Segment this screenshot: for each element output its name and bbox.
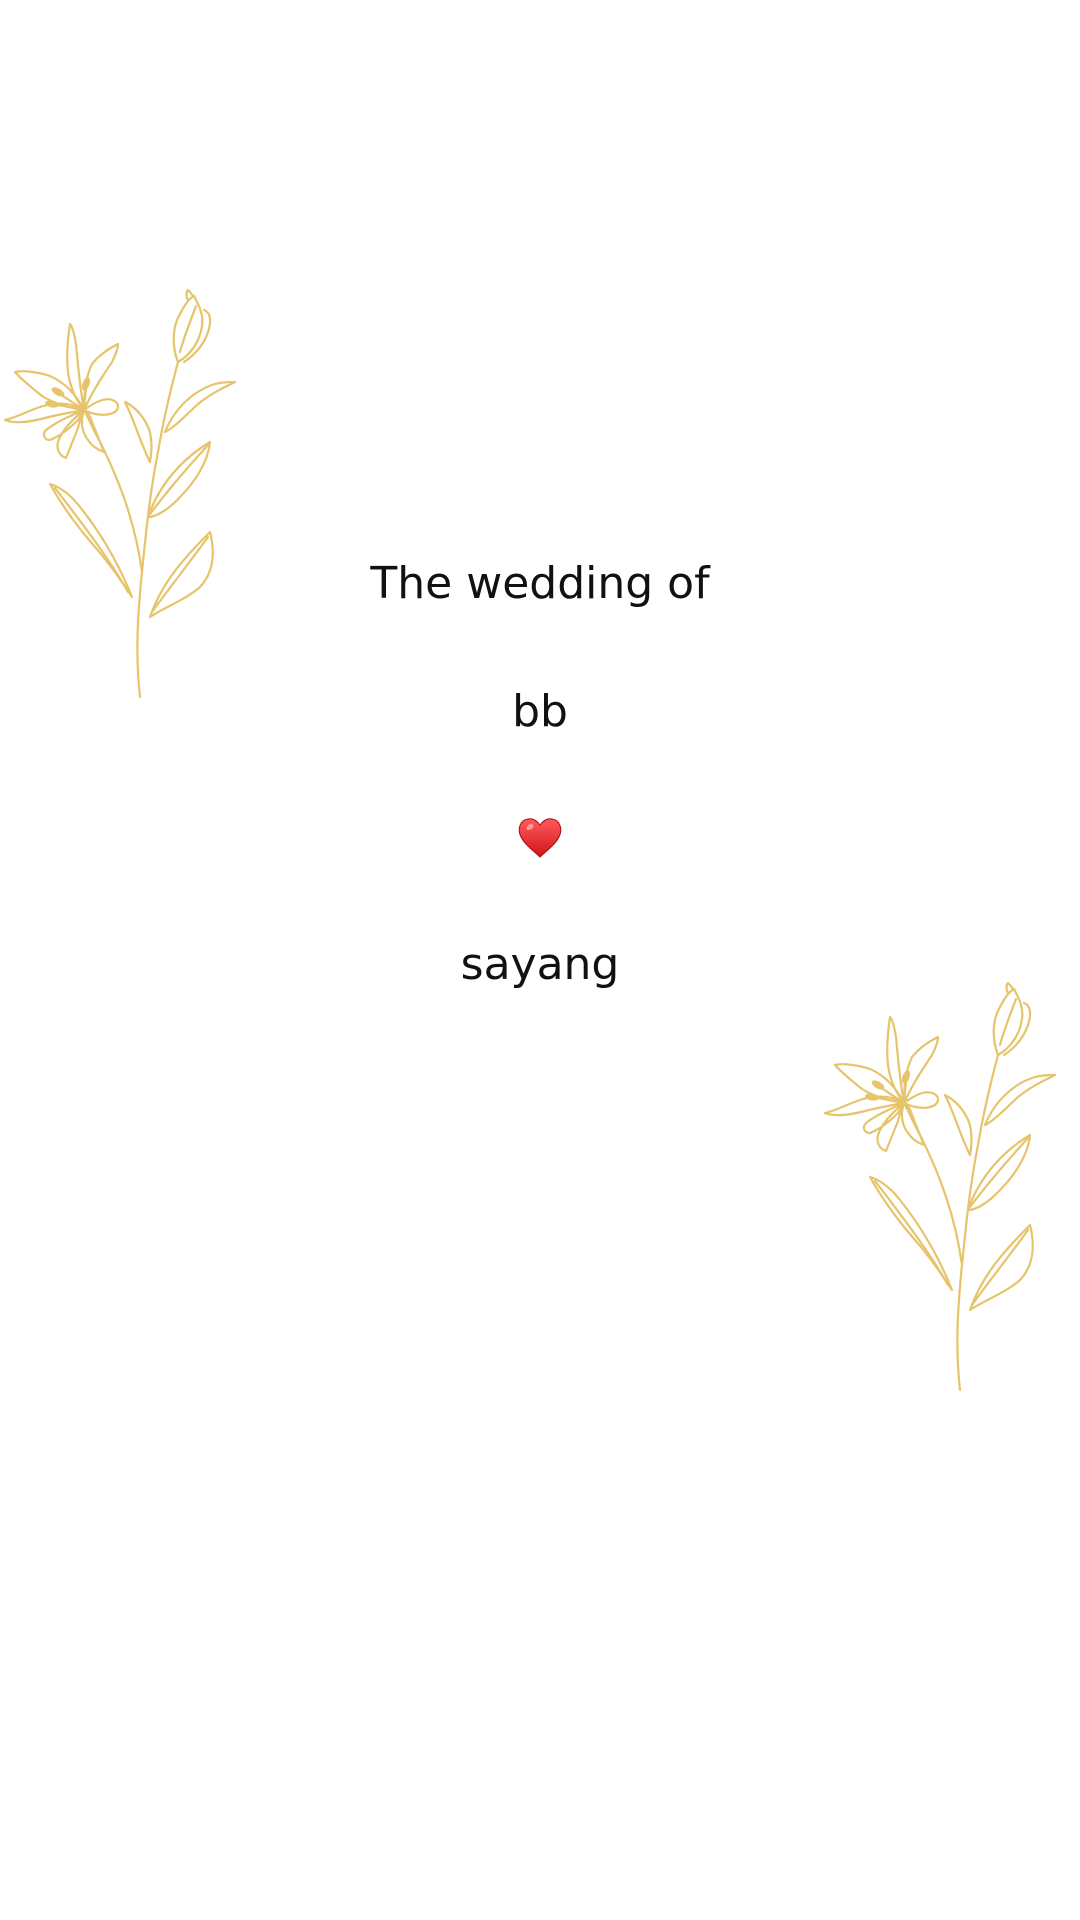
- invitation-title: The wedding of: [370, 558, 710, 609]
- lily-flower-icon: [0, 288, 240, 712]
- red-heart-icon: [517, 815, 563, 861]
- first-name: bb: [512, 686, 568, 737]
- second-name: sayang: [460, 939, 620, 990]
- wedding-invitation-page: The wedding of bb sayang: [0, 0, 1080, 1920]
- lily-flower-icon: [820, 981, 1060, 1405]
